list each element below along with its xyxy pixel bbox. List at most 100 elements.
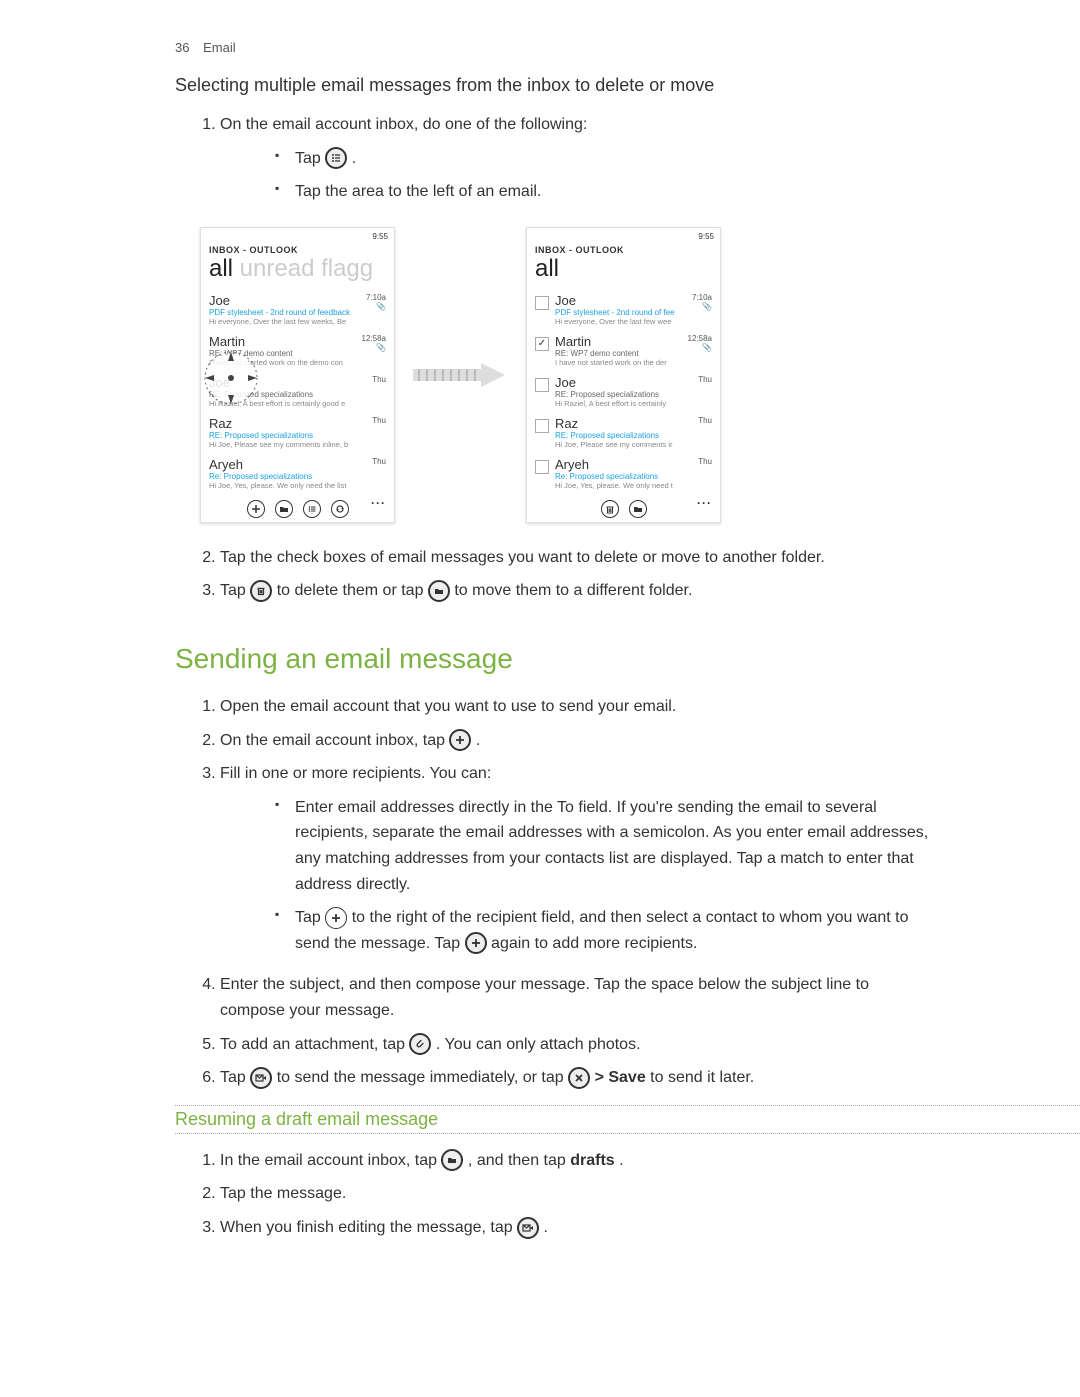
phone-screenshot-right: 9:55 INBOX - OUTLOOK all JoePDF styleshe…: [526, 227, 721, 523]
send-step-4: Enter the subject, and then compose your…: [220, 968, 900, 1027]
email-subject: RE: WP7 demo content: [209, 349, 358, 358]
email-subject: PDF stylesheet - 2nd round of feedback: [209, 308, 358, 317]
email-preview: Hi Joe, Yes, please. We only need the li…: [209, 481, 358, 490]
email-preview: Hi Raziel, A best effort is certainly: [555, 399, 684, 408]
email-time: Thu: [358, 375, 386, 408]
email-from: Martin: [209, 334, 358, 349]
email-preview: I have not started work on the der: [555, 358, 684, 367]
compose-icon: [247, 500, 265, 518]
move-icon: [428, 580, 450, 602]
email-preview: Hi Raziel, A best effort is certainly go…: [209, 399, 358, 408]
email-preview: Hi Joe, Please see my comments ir: [555, 440, 684, 449]
email-from: Aryeh: [555, 457, 684, 472]
sel-step-1-bullet-2: Tap the area to the left of an email.: [275, 175, 1080, 209]
sel-step-2: Tap the check boxes of email messages yo…: [220, 541, 1080, 575]
email-from: Joe: [555, 375, 684, 390]
checkbox-icon: [535, 460, 549, 474]
heading-selecting: Selecting multiple email messages from t…: [175, 75, 1080, 96]
phone-screenshot-left: 9:55 INBOX - OUTLOOK all unread flagg Jo…: [200, 227, 395, 523]
attachment-icon: [409, 1033, 431, 1055]
email-time: 7:10a📎: [684, 293, 712, 326]
transition-arrow-icon: [413, 361, 508, 389]
phone-appbar-right: ···: [527, 494, 720, 522]
plus-icon: [325, 907, 347, 929]
email-time: Thu: [684, 375, 712, 408]
drafts-label: drafts: [570, 1152, 614, 1169]
more-icon: ···: [697, 496, 712, 510]
delete-icon: [601, 500, 619, 518]
move-icon: [629, 500, 647, 518]
pivot-all: all: [535, 255, 559, 282]
email-subject: RE: Proposed specializations: [209, 390, 358, 399]
screenshots-row: 9:55 INBOX - OUTLOOK all unread flagg Jo…: [200, 227, 1080, 523]
email-subject: RE: Proposed specializations: [555, 431, 684, 440]
email-time: 12:58a📎: [358, 334, 386, 367]
heading-resuming: Resuming a draft email message: [175, 1105, 1080, 1134]
email-subject: RE: Proposed specializations: [209, 431, 358, 440]
email-from: Joe: [555, 293, 684, 308]
pivot-all: all: [209, 255, 233, 282]
heading-sending: Sending an email message: [175, 643, 1080, 675]
save-menu-label: > Save: [595, 1069, 646, 1086]
email-preview: Hi everyone, Over the last few wee: [555, 317, 684, 326]
email-from: Joe: [209, 293, 358, 308]
send-step-2: On the email account inbox, tap .: [220, 724, 1080, 758]
checkbox-icon: [535, 337, 549, 351]
checkbox-icon: [535, 419, 549, 433]
sync-icon: [331, 500, 349, 518]
email-row: JoeRE: Proposed specializationsHi Raziel…: [527, 371, 720, 412]
phone-account-label: INBOX - OUTLOOK: [527, 241, 720, 255]
email-preview: Hi Joe, Please see my comments inline, b: [209, 440, 358, 449]
email-row: RazRE: Proposed specializationsHi Joe, P…: [201, 412, 394, 453]
email-time: Thu: [358, 416, 386, 449]
email-subject: Re: Proposed specializations: [555, 472, 684, 481]
email-from: Joe: [209, 375, 358, 390]
phone-statusbar: 9:55: [527, 228, 720, 241]
multiselect-icon: [303, 500, 321, 518]
res-step-2: Tap the message.: [220, 1177, 1080, 1211]
email-from: Aryeh: [209, 457, 358, 472]
sel-step-3: Tap to delete them or tap to move them t…: [220, 574, 1080, 608]
folders-icon: [441, 1149, 463, 1171]
checkbox-icon: [535, 378, 549, 392]
email-time: 12:58a📎: [684, 334, 712, 367]
send-step-6: Tap to send the message immediately, or …: [220, 1061, 1080, 1095]
email-time: Thu: [684, 457, 712, 490]
page-section-title: Email: [203, 40, 236, 55]
email-preview: I have not started work on the demo con: [209, 358, 358, 367]
send-step-1: Open the email account that you want to …: [220, 690, 1080, 724]
sel-step-1: On the email account inbox, do one of th…: [220, 108, 1080, 217]
email-row: AryehRe: Proposed specializationsHi Joe,…: [527, 453, 720, 494]
plus-icon: [449, 729, 471, 751]
plus-icon: [465, 932, 487, 954]
close-icon: [568, 1067, 590, 1089]
email-subject: RE: Proposed specializations: [555, 390, 684, 399]
email-row: MartinRE: WP7 demo contentI have not sta…: [201, 330, 394, 371]
email-from: Raz: [209, 416, 358, 431]
checkbox-icon: [535, 296, 549, 310]
phone-appbar-left: ···: [201, 494, 394, 522]
send-step-3-bullet-2: Tap to the right of the recipient field,…: [275, 901, 935, 960]
page-number: 36: [175, 40, 189, 55]
send-icon: [250, 1067, 272, 1089]
send-step-5: To add an attachment, tap . You can only…: [220, 1028, 1080, 1062]
email-subject: RE: WP7 demo content: [555, 349, 684, 358]
sel-step-1-bullet-1: Tap .: [275, 142, 1080, 176]
phone-statusbar: 9:55: [201, 228, 394, 241]
pivot-rest: unread flagg: [233, 255, 373, 282]
send-step-3-bullet-1: Enter email addresses directly in the To…: [275, 791, 935, 901]
more-icon: ···: [371, 496, 386, 510]
email-preview: Hi everyone, Over the last few weeks, Be: [209, 317, 358, 326]
email-from: Martin: [555, 334, 684, 349]
send-step-3: Fill in one or more recipients. You can:…: [220, 757, 1080, 968]
folders-icon: [275, 500, 293, 518]
email-time: Thu: [358, 457, 386, 490]
email-from: Raz: [555, 416, 684, 431]
email-time: Thu: [684, 416, 712, 449]
phone-pivot: all: [527, 255, 720, 289]
delete-icon: [250, 580, 272, 602]
page-header: 36 Email: [0, 40, 1080, 75]
email-preview: Hi Joe, Yes, please. We only need t: [555, 481, 684, 490]
res-step-1: In the email account inbox, tap , and th…: [220, 1144, 1080, 1178]
res-step-3: When you finish editing the message, tap…: [220, 1211, 1080, 1245]
